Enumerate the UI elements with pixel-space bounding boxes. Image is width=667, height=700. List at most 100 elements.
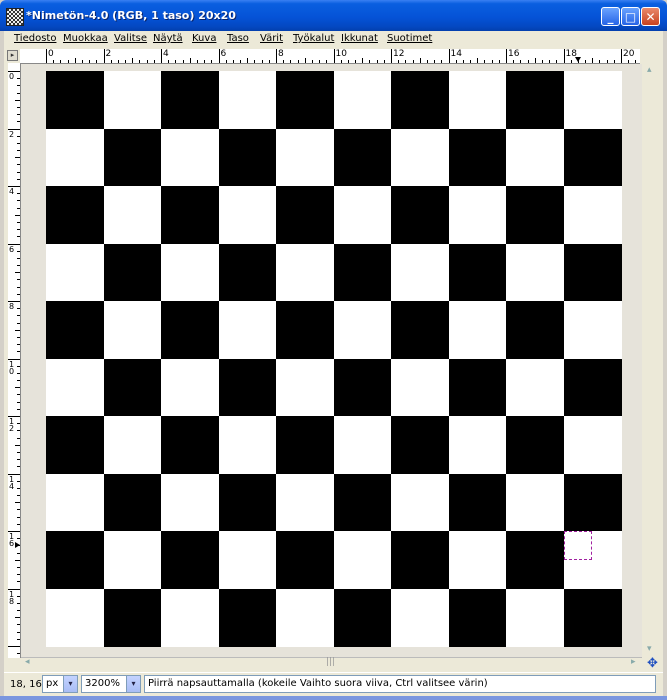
ruler-pointer-marker xyxy=(15,542,20,549)
board-square xyxy=(218,416,277,474)
ruler-minor-tick xyxy=(17,365,20,367)
ruler-minor-tick xyxy=(383,60,385,63)
ruler-minor-tick xyxy=(599,60,601,63)
ruler-minor-tick xyxy=(204,60,206,63)
menu-suotimet[interactable]: Suotimet xyxy=(387,33,432,44)
minimize-button[interactable]: _ xyxy=(601,7,620,26)
ruler-tick xyxy=(15,214,20,216)
zoom-select[interactable]: 3200% xyxy=(81,675,131,693)
scroll-grip[interactable]: ||| xyxy=(326,657,335,667)
board-square xyxy=(276,473,334,532)
taskbar-edge xyxy=(0,696,667,700)
horizontal-ruler: 0 2 4 6 8 10 12 14 16 18 20 xyxy=(20,49,640,64)
checkerboard-image[interactable] xyxy=(46,71,622,647)
board-square xyxy=(448,358,507,417)
ruler-label: 12 xyxy=(393,49,405,59)
menu-varit[interactable]: Värit xyxy=(260,33,283,44)
ruler-tick xyxy=(15,329,20,331)
board-square xyxy=(563,358,622,417)
scroll-left-arrow[interactable]: ◂ xyxy=(25,657,30,667)
ruler-label: 2 xyxy=(105,49,112,59)
board-square xyxy=(276,416,334,474)
ruler-minor-tick xyxy=(17,171,20,173)
ruler-minor-tick xyxy=(17,466,20,468)
menu-arrow-button[interactable]: ▸ xyxy=(7,50,18,61)
ruler-minor-tick xyxy=(17,653,20,655)
ruler-tick xyxy=(74,58,76,63)
board-square xyxy=(103,358,162,417)
board-square xyxy=(276,186,334,244)
vertical-scrollbar[interactable]: ▴ ▾ xyxy=(643,64,660,657)
ruler-minor-tick xyxy=(60,60,62,63)
navigate-icon[interactable]: ✥ xyxy=(645,656,660,671)
board-square xyxy=(563,186,622,244)
ruler-minor-tick xyxy=(17,229,20,231)
horizontal-scrollbar[interactable]: ◂ ||| ▸ xyxy=(21,657,642,670)
board-square xyxy=(161,301,219,359)
menu-tyokalut[interactable]: Työkalut xyxy=(293,33,334,44)
board-square xyxy=(448,588,507,647)
board-square xyxy=(448,128,507,187)
board-square xyxy=(391,531,449,589)
ruler-minor-tick xyxy=(53,60,55,63)
board-square xyxy=(276,71,334,129)
ruler-label: 10 xyxy=(335,49,347,59)
board-square xyxy=(161,128,219,187)
unit-select[interactable]: px xyxy=(42,675,64,693)
scroll-up-arrow[interactable]: ▴ xyxy=(647,65,652,75)
board-square xyxy=(391,416,449,474)
board-square xyxy=(391,243,449,302)
ruler-minor-tick xyxy=(398,60,400,63)
board-square xyxy=(103,243,162,302)
zoom-dropdown-icon[interactable]: ▾ xyxy=(126,675,141,693)
ruler-tick xyxy=(506,49,507,63)
menu-nayta[interactable]: Näytä xyxy=(153,33,183,44)
menu-kuva[interactable]: Kuva xyxy=(192,33,216,44)
close-button[interactable]: ✕ xyxy=(641,7,660,26)
title-bar: *Nimetön-4.0 (RGB, 1 taso) 20x20 _ □ ✕ xyxy=(0,0,667,31)
ruler-minor-tick xyxy=(17,624,20,626)
board-square xyxy=(218,531,277,589)
board-square xyxy=(218,301,277,359)
menu-taso[interactable]: Taso xyxy=(227,33,249,44)
brush-cursor-outline xyxy=(563,531,593,560)
board-square xyxy=(506,416,564,474)
menu-tiedosto[interactable]: Tiedosto xyxy=(14,33,56,44)
menu-ikkunat[interactable]: Ikkunat xyxy=(341,33,378,44)
board-square xyxy=(161,473,219,532)
unit-dropdown-icon[interactable]: ▾ xyxy=(63,675,78,693)
scroll-right-arrow[interactable]: ▸ xyxy=(631,657,636,667)
ruler-minor-tick xyxy=(17,523,20,525)
ruler-label: 0 xyxy=(9,72,15,81)
ruler-minor-tick xyxy=(17,602,20,604)
ruler-minor-tick xyxy=(17,423,20,425)
ruler-tick xyxy=(15,559,20,561)
menu-valitse[interactable]: Valitse xyxy=(114,33,147,44)
ruler-minor-tick xyxy=(17,308,20,310)
board-square xyxy=(161,358,219,417)
vertical-ruler: 024681012141618 xyxy=(8,63,21,658)
ruler-minor-tick xyxy=(17,164,20,166)
canvas-area[interactable] xyxy=(21,64,642,657)
ruler-minor-tick xyxy=(17,279,20,281)
board-square xyxy=(506,358,564,417)
board-square xyxy=(103,588,162,647)
board-square xyxy=(506,531,564,589)
board-square xyxy=(333,531,392,589)
ruler-label: 14 xyxy=(9,474,15,491)
ruler-tick xyxy=(15,387,20,389)
ruler-label: 18 xyxy=(9,589,15,606)
board-square xyxy=(276,243,334,302)
board-square xyxy=(391,358,449,417)
board-square xyxy=(448,186,507,244)
ruler-minor-tick xyxy=(211,60,213,63)
board-square xyxy=(218,243,277,302)
ruler-minor-tick xyxy=(81,60,83,63)
maximize-button[interactable]: □ xyxy=(621,7,640,26)
board-square xyxy=(161,243,219,302)
menu-muokkaa[interactable]: Muokkaa xyxy=(63,33,108,44)
scroll-down-arrow[interactable]: ▾ xyxy=(647,644,652,654)
board-square xyxy=(506,186,564,244)
app-icon[interactable] xyxy=(6,8,24,26)
ruler-label: 14 xyxy=(450,49,462,59)
